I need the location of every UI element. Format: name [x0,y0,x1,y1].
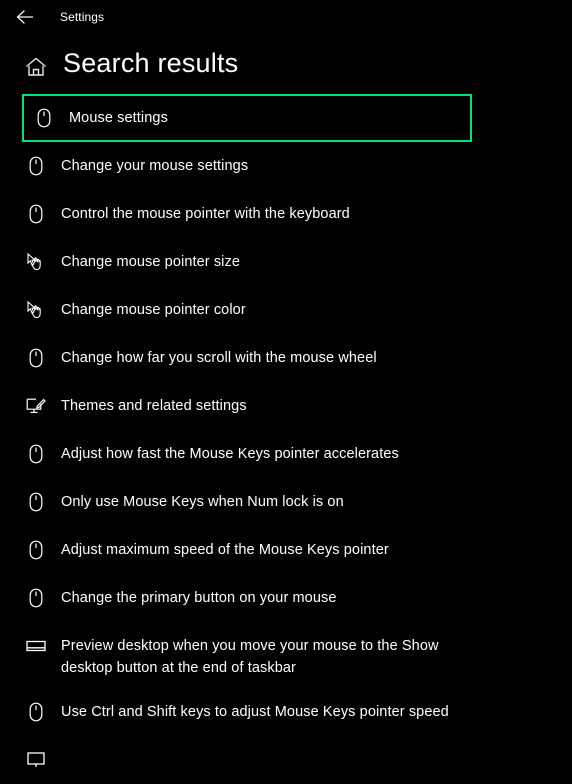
search-result-row[interactable]: Only use Mouse Keys when Num lock is on [0,478,572,526]
taskbar-icon [26,624,46,668]
search-results-list: Mouse settings Change your mouse settings… [0,94,572,784]
search-result-row[interactable]: Themes and related settings [0,382,572,430]
hand-pointer-icon [26,240,46,284]
search-result-label: Themes and related settings [61,398,247,414]
mouse-icon [26,144,46,188]
mouse-icon [26,192,46,236]
search-result-row[interactable]: Change your mouse settings [0,142,572,190]
title-bar: Settings [0,0,572,34]
page-title: Search results [63,48,239,78]
search-result-label: Change your mouse settings [61,158,249,174]
mouse-icon [34,96,54,140]
search-result-row[interactable]: Change the primary button on your mouse [0,574,572,622]
mouse-icon [37,108,51,128]
themes-monitor-brush-icon [26,398,46,413]
search-result-label: Adjust how fast the Mouse Keys pointer a… [61,446,399,462]
search-result-row[interactable]: Change how far you scroll with the mouse… [0,334,572,382]
mouse-icon [29,444,43,464]
mouse-icon [26,690,46,734]
search-result-row[interactable]: Control the mouse pointer with the keybo… [0,190,572,238]
mouse-icon [29,348,43,368]
search-result-label: Mouse settings [69,110,168,126]
hand-pointer-icon [26,288,46,332]
mouse-icon [29,204,43,224]
mouse-icon [26,480,46,524]
mouse-icon [29,156,43,176]
mouse-icon [26,528,46,572]
mouse-icon [29,540,43,560]
search-result-row[interactable]: Mouse settings [22,94,472,142]
hand-pointer-icon [27,300,41,319]
search-result-label: Use Ctrl and Shift keys to adjust Mouse … [61,704,449,720]
search-result-label: Change mouse pointer color [61,302,246,318]
search-result-row[interactable]: Change mouse pointer size [0,238,572,286]
themes-monitor-brush-icon [26,384,46,428]
search-result-row[interactable] [0,736,572,784]
search-result-label: Control the mouse pointer with the keybo… [61,206,350,222]
hand-pointer-icon [27,252,41,271]
monitor-icon [26,738,46,782]
search-result-label: Change how far you scroll with the mouse… [61,350,377,366]
search-result-label: Change the primary button on your mouse [61,590,337,606]
search-result-row[interactable]: Adjust maximum speed of the Mouse Keys p… [0,526,572,574]
mouse-icon [29,702,43,722]
back-arrow-icon [16,10,33,24]
search-result-label: Adjust maximum speed of the Mouse Keys p… [61,542,389,558]
app-title: Settings [60,10,105,24]
mouse-icon [29,492,43,512]
mouse-icon [26,336,46,380]
search-result-row[interactable]: Preview desktop when you move your mouse… [0,622,572,688]
search-result-label: Only use Mouse Keys when Num lock is on [61,494,344,510]
mouse-icon [26,432,46,476]
monitor-icon [27,752,45,767]
search-result-label: Preview desktop when you move your mouse… [61,638,439,676]
taskbar-icon [26,640,46,652]
search-result-row[interactable]: Adjust how fast the Mouse Keys pointer a… [0,430,572,478]
home-icon[interactable] [23,54,49,80]
home-glyph-icon [26,57,46,76]
back-button[interactable] [10,3,40,31]
mouse-icon [29,588,43,608]
search-result-row[interactable]: Change mouse pointer color [0,286,572,334]
search-result-label: Change mouse pointer size [61,254,241,270]
page-header: Search results [0,34,572,92]
mouse-icon [26,576,46,620]
search-result-row[interactable]: Use Ctrl and Shift keys to adjust Mouse … [0,688,572,736]
